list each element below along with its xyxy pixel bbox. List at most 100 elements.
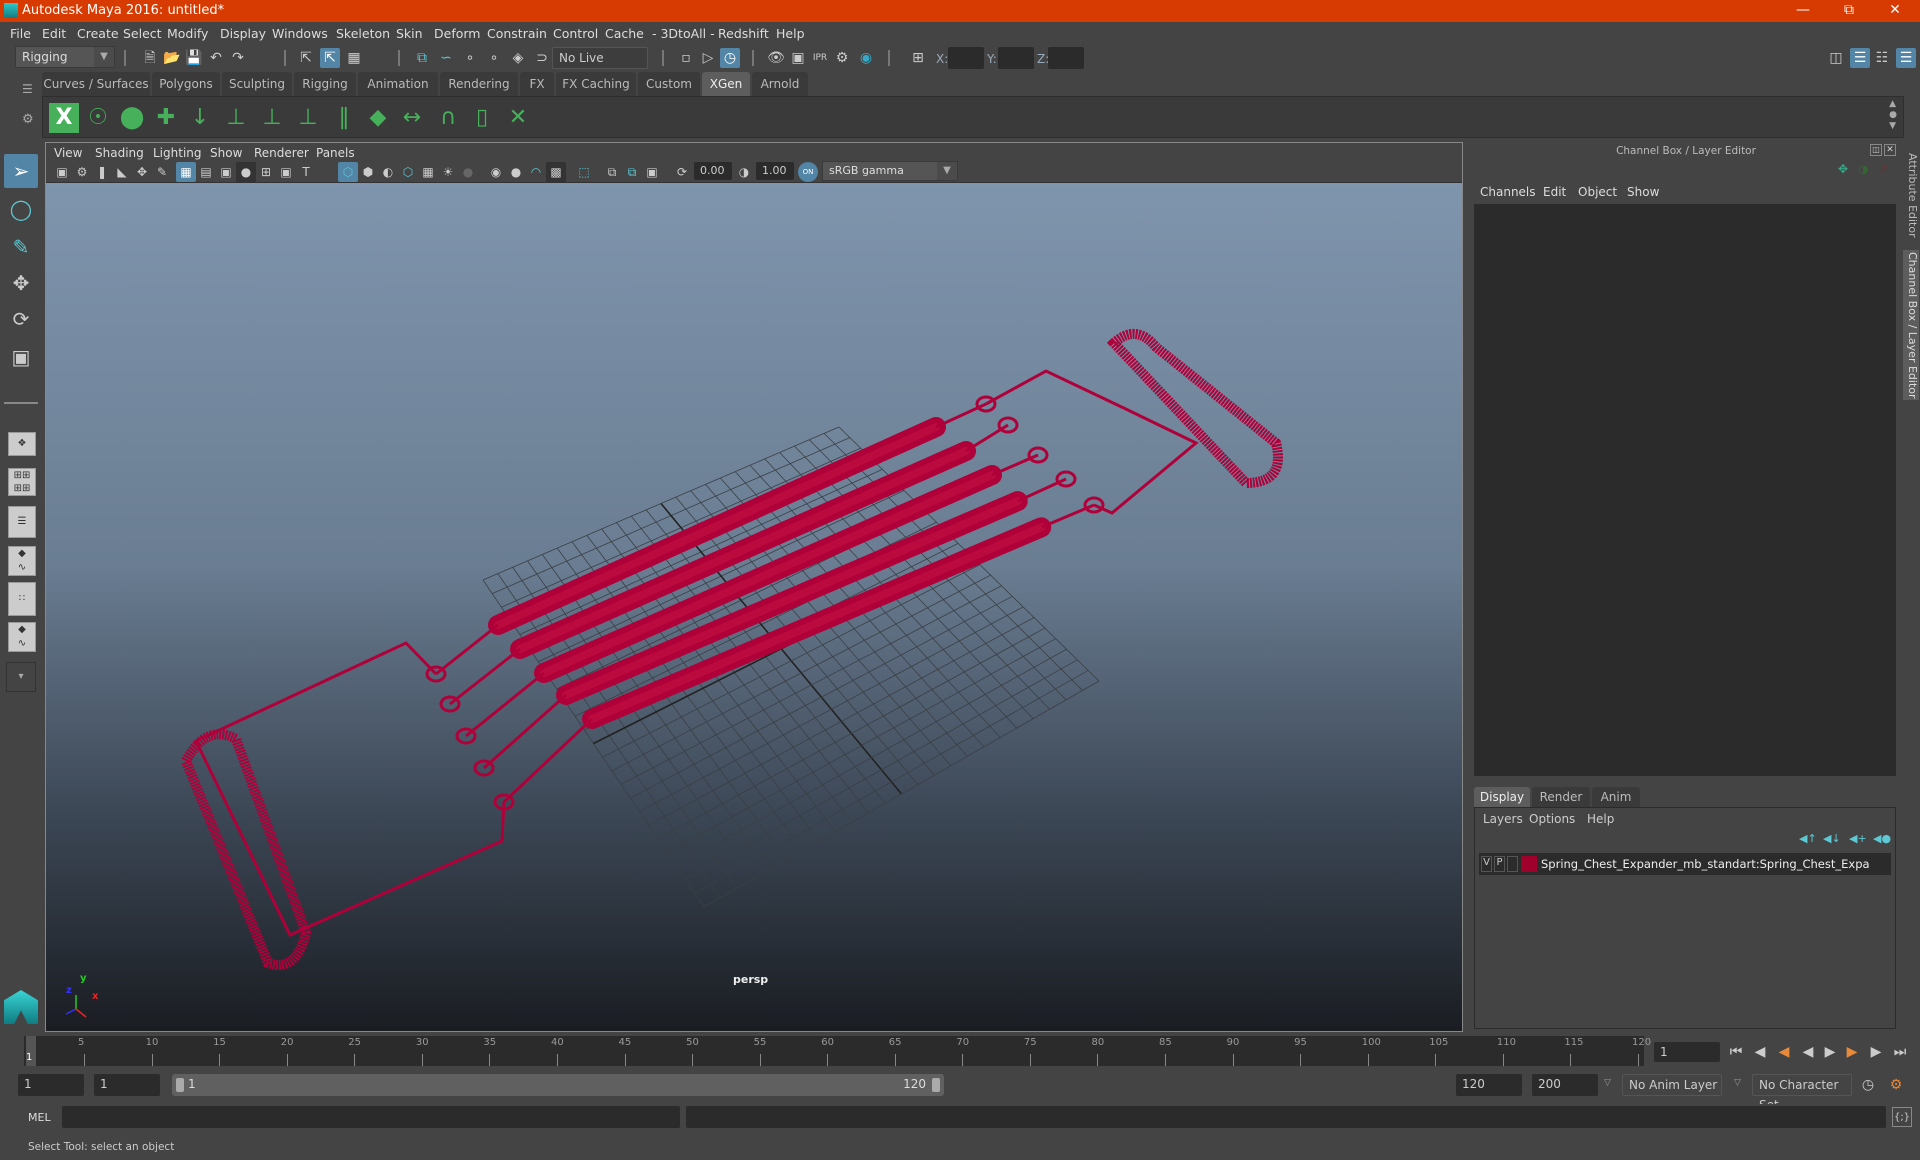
xgen-clear-preview-icon[interactable]: ⬤ <box>117 103 147 133</box>
minimize-button[interactable]: — <box>1780 0 1826 22</box>
snap-curve-icon[interactable]: ∽ <box>436 48 456 68</box>
image-plane-icon[interactable]: ◣ <box>112 162 132 182</box>
shelf-settings-icon[interactable]: ⚙ <box>22 112 34 127</box>
lasso-tool-icon[interactable]: ◯ <box>4 192 38 226</box>
paint-select-tool-icon[interactable]: ✎ <box>4 230 38 264</box>
hypershade-icon[interactable]: ◉ <box>856 48 876 68</box>
menu-constrain[interactable]: Constrain <box>487 26 547 41</box>
viewport-menu-shading[interactable]: Shading <box>95 146 144 160</box>
custom-layout-button[interactable]: ▾ <box>6 662 36 692</box>
menu-display[interactable]: Display <box>220 26 266 41</box>
construction-history-icon[interactable]: ◷ <box>720 48 740 68</box>
gate-mask-icon[interactable]: ● <box>236 162 256 182</box>
step-forward-key-icon[interactable]: ▶ <box>1842 1042 1862 1062</box>
step-back-frame-icon[interactable]: ◀ <box>1750 1042 1770 1062</box>
grid-icon[interactable]: ▦ <box>176 162 196 182</box>
3d-scene[interactable]: y z x persp <box>46 183 1462 1031</box>
delete-guide-icon[interactable]: ✕ <box>503 103 533 133</box>
select-tool-icon[interactable]: ➢ <box>4 154 38 188</box>
menu-create[interactable]: Create <box>77 26 119 41</box>
color-space-dropdown[interactable]: sRGB gamma ▼ <box>822 161 958 181</box>
screen-space-ao-icon[interactable]: ◉ <box>486 162 506 182</box>
command-language-label[interactable]: MEL <box>28 1111 51 1124</box>
isolate-select-icon[interactable]: ⬚ <box>574 162 594 182</box>
menu-select[interactable]: Select <box>123 26 162 41</box>
command-input[interactable] <box>62 1106 680 1128</box>
input-ops-icon[interactable]: ▫ <box>676 48 696 68</box>
graph-editor-layout-icon[interactable]: ◆ ∿ <box>8 546 36 576</box>
depth-of-field-icon[interactable]: ▩ <box>546 162 566 182</box>
menu-control[interactable]: Control <box>553 26 598 41</box>
anim-layer-dropdown-arrow[interactable]: ▽ <box>1604 1078 1611 1088</box>
anim-layer-dropdown[interactable]: No Anim Layer <box>1622 1074 1722 1096</box>
menu-help[interactable]: Help <box>776 26 805 41</box>
modeling-toolkit-icon[interactable]: ◫ <box>1826 48 1846 68</box>
snap-magnet-icon[interactable]: ⊃ <box>532 48 552 68</box>
menu-modify[interactable]: Modify <box>167 26 208 41</box>
guide-split-icon[interactable]: ‖ <box>329 103 359 133</box>
default-material-icon[interactable]: ◐ <box>378 162 398 182</box>
layer-color-swatch[interactable] <box>1521 856 1537 872</box>
shelf-tab-custom[interactable]: Custom <box>638 72 700 96</box>
select-guide-icon[interactable]: ∩ <box>433 103 463 133</box>
attribute-editor-toggle-icon[interactable]: ☰ <box>1850 48 1870 68</box>
move-layer-up-icon[interactable]: ◀↑ <box>1799 832 1817 845</box>
animation-end-field[interactable]: 200 <box>1532 1074 1598 1096</box>
shelf-tab-polygons[interactable]: Polygons <box>152 72 220 96</box>
resolution-gate-icon[interactable]: ▣ <box>216 162 236 182</box>
camera-attributes-icon[interactable]: ⚙ <box>72 162 92 182</box>
range-slider-bar[interactable]: 1 120 <box>172 1074 944 1096</box>
channel-box-toggle-icon[interactable]: ☰ <box>1896 48 1916 68</box>
layer-menu-help[interactable]: Help <box>1587 812 1614 826</box>
xray-icon[interactable]: ⧉ <box>602 162 622 182</box>
xgen-editor-icon[interactable]: X <box>49 103 79 133</box>
scale-tool-icon[interactable]: ▣ <box>4 340 38 374</box>
move-layer-down-icon[interactable]: ◀↓ <box>1823 832 1841 845</box>
redo-icon[interactable]: ↷ <box>228 48 248 68</box>
transform-constraint-icon[interactable]: ⊞ <box>908 48 928 68</box>
shelf-tab-fx[interactable]: FX <box>520 72 554 96</box>
select-hierarchy-icon[interactable]: ⇱ <box>296 48 316 68</box>
viewport-menu-show[interactable]: Show <box>210 146 242 160</box>
guide-visibility-icon[interactable]: ⊥ <box>257 103 287 133</box>
shelf-tab-fx-caching[interactable]: FX Caching <box>556 72 636 96</box>
exposure-field[interactable]: 0.00 <box>694 162 732 180</box>
grease-pencil-icon[interactable]: ✎ <box>152 162 172 182</box>
smooth-shade-icon[interactable]: ⬢ <box>358 162 378 182</box>
layer-menu-options[interactable]: Options <box>1529 812 1575 826</box>
shelf-tab-rendering[interactable]: Rendering <box>440 72 518 96</box>
shelf-tab-rigging[interactable]: Rigging <box>294 72 356 96</box>
menu-edit[interactable]: Edit <box>42 26 66 41</box>
shelf-tab-animation[interactable]: Animation <box>358 72 438 96</box>
layer-menu-layers[interactable]: Layers <box>1483 812 1523 826</box>
restore-button[interactable]: ⧉ <box>1826 0 1872 22</box>
range-end-handle[interactable] <box>932 1078 940 1092</box>
bind-guide-icon[interactable]: ↔ <box>397 103 427 133</box>
shelf-tab-sculpting[interactable]: Sculpting <box>222 72 292 96</box>
save-scene-icon[interactable]: 💾 <box>184 48 204 68</box>
safe-action-icon[interactable]: ▣ <box>276 162 296 182</box>
z-field[interactable] <box>1048 47 1084 69</box>
rotate-tool-icon[interactable]: ⟳ <box>4 302 38 336</box>
y-field[interactable] <box>998 47 1034 69</box>
lock-guide-icon[interactable]: ⊥ <box>293 103 323 133</box>
close-panel-icon[interactable]: ✕ <box>1884 144 1896 156</box>
hypershade-layout-icon[interactable]: ∷ <box>8 582 36 616</box>
snap-point-icon[interactable]: ∘ <box>460 48 480 68</box>
wireframe-icon[interactable]: ⬡ <box>338 162 358 182</box>
speed-icon[interactable]: ◑ <box>1858 162 1868 176</box>
channel-menu-channels[interactable]: Channels <box>1480 185 1536 199</box>
outliner-persp-layout-icon[interactable]: ☰ <box>8 506 36 538</box>
live-surface-field[interactable]: No Live Surface <box>552 47 648 85</box>
xgen-preview-icon[interactable]: ☉ <box>83 103 113 133</box>
new-scene-icon[interactable]: 🗎 <box>140 48 160 68</box>
shelf-scroll[interactable]: ▲ ● ▼ <box>1889 99 1897 132</box>
camera-icon[interactable]: ▣ <box>52 162 72 182</box>
menu-windows[interactable]: Windows <box>272 26 328 41</box>
add-guide-icon[interactable]: ✚ <box>151 103 181 133</box>
textured-icon[interactable]: ▦ <box>418 162 438 182</box>
menu-3dtoall[interactable]: - 3DtoAll - <box>652 26 715 41</box>
color-management-toggle[interactable]: ON <box>798 162 818 182</box>
move-tool-icon[interactable]: ✥ <box>4 266 38 300</box>
shadows-icon[interactable]: ● <box>458 162 478 182</box>
